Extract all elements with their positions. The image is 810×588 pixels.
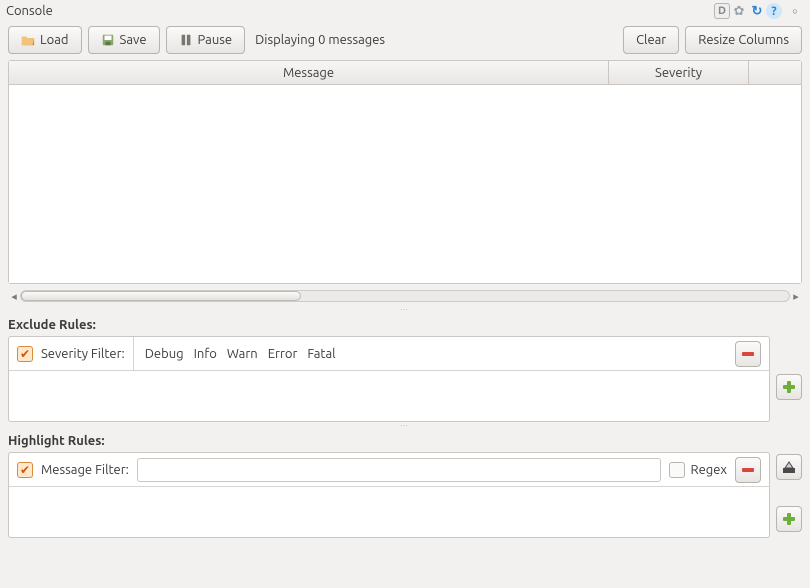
gear-icon[interactable]: ✿ [730, 2, 748, 20]
exclude-rules-list: ✔ Severity Filter: Debug Info Warn Error… [8, 336, 770, 422]
severity-level[interactable]: Fatal [302, 347, 340, 361]
severity-level[interactable]: Warn [222, 347, 263, 361]
toolbar: Load Save Pause Displaying 0 messages Cl… [0, 22, 810, 60]
help-icon[interactable]: ? [766, 3, 782, 19]
scroll-left-icon[interactable]: ◂ [8, 290, 20, 302]
load-button-label: Load [40, 33, 69, 47]
horizontal-scrollbar[interactable]: ◂ ▸ [8, 288, 802, 304]
resize-columns-button-label: Resize Columns [698, 33, 789, 47]
remove-highlight-rule-button[interactable] [735, 457, 761, 483]
highlight-rule-label: Message Filter: [41, 463, 129, 477]
save-icon [101, 33, 115, 47]
exclude-rules-panel: ✔ Severity Filter: Debug Info Warn Error… [8, 336, 802, 422]
add-highlight-rule-button[interactable] [776, 506, 802, 532]
regex-checkbox[interactable]: ✔ [669, 462, 685, 478]
column-header-message[interactable]: Message [9, 61, 609, 84]
highlight-rule-row: ✔ Message Filter: ✔ Regex [9, 453, 769, 487]
scroll-track[interactable] [20, 290, 790, 302]
table-header: Message Severity [9, 61, 801, 85]
save-button-label: Save [120, 33, 147, 47]
load-button[interactable]: Load [8, 26, 82, 54]
highlight-rules-empty-area [9, 487, 769, 537]
severity-level[interactable]: Debug [140, 347, 189, 361]
highlight-color-button[interactable] [776, 454, 802, 480]
dock-icon[interactable]: D [714, 3, 730, 19]
message-table: Message Severity [8, 60, 802, 284]
folder-open-icon [21, 33, 35, 47]
refresh-icon[interactable]: ↻ [748, 2, 766, 20]
clear-button-label: Clear [636, 33, 666, 47]
save-button[interactable]: Save [88, 26, 160, 54]
window-title: Console [6, 4, 714, 18]
exclude-rules-side [776, 336, 802, 400]
exclude-rule-label: Severity Filter: [41, 347, 125, 361]
close-icon[interactable]: ○ [786, 2, 804, 20]
scroll-thumb[interactable] [21, 291, 301, 301]
resize-columns-button[interactable]: Resize Columns [685, 26, 802, 54]
severity-level[interactable]: Error [263, 347, 303, 361]
pause-button-label: Pause [198, 33, 233, 47]
column-header-extra[interactable] [749, 61, 801, 84]
exclude-rules-heading: Exclude Rules: [0, 312, 810, 336]
scroll-right-icon[interactable]: ▸ [790, 290, 802, 302]
add-exclude-rule-button[interactable] [776, 374, 802, 400]
titlebar: Console D ✿ ↻ ? ○ [0, 0, 810, 22]
highlight-rules-side [776, 452, 802, 532]
column-header-severity[interactable]: Severity [609, 61, 749, 84]
titlebar-icons: D ✿ ↻ ? ○ [714, 2, 804, 20]
clear-button[interactable]: Clear [623, 26, 679, 54]
message-filter-input[interactable] [137, 458, 661, 482]
table-body-empty [9, 85, 801, 283]
status-text: Displaying 0 messages [255, 33, 385, 47]
exclude-rules-empty-area [9, 371, 769, 421]
exclude-rule-enable-checkbox[interactable]: ✔ [17, 346, 33, 362]
highlight-rules-heading: Highlight Rules: [0, 428, 810, 452]
highlight-rules-panel: ✔ Message Filter: ✔ Regex [8, 452, 802, 538]
remove-exclude-rule-button[interactable] [735, 341, 761, 367]
regex-label: Regex [691, 463, 727, 477]
pause-button[interactable]: Pause [166, 26, 246, 54]
exclude-rule-row: ✔ Severity Filter: Debug Info Warn Error… [9, 337, 769, 371]
highlight-rule-enable-checkbox[interactable]: ✔ [17, 462, 33, 478]
pause-icon [179, 33, 193, 47]
severity-levels[interactable]: Debug Info Warn Error Fatal [133, 337, 727, 370]
severity-level[interactable]: Info [189, 347, 222, 361]
regex-option: ✔ Regex [669, 462, 727, 478]
highlight-rules-list: ✔ Message Filter: ✔ Regex [8, 452, 770, 538]
